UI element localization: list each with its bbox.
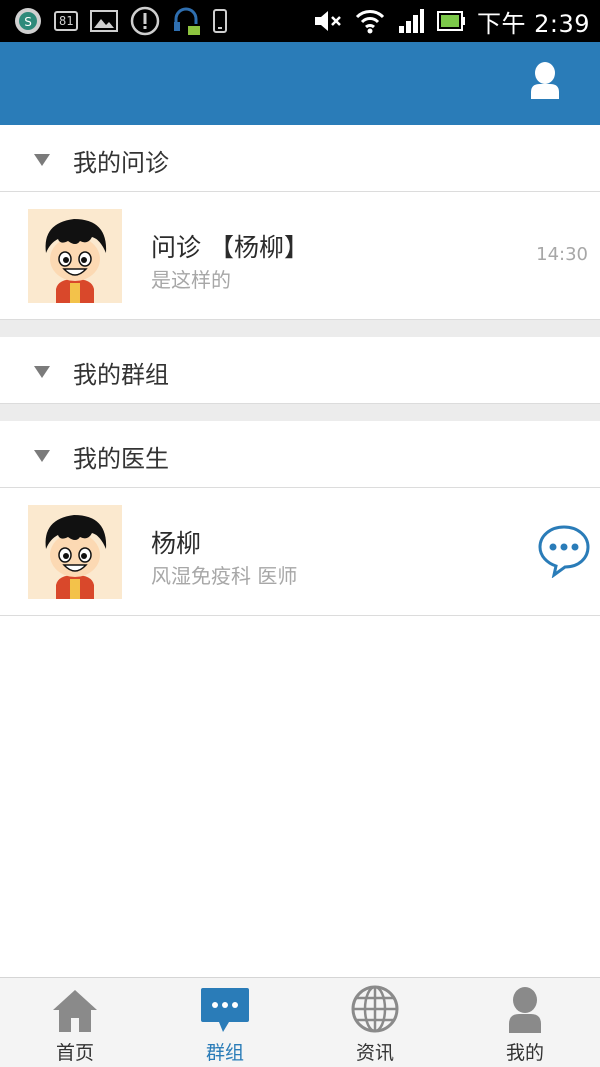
section-header-consult[interactable]: 我的问诊 xyxy=(0,125,600,192)
notification-badge: 81 xyxy=(54,11,79,31)
section-title: 我的群组 xyxy=(73,361,169,389)
status-time: 下午 2:39 xyxy=(476,9,590,38)
status-bar: S 81 下午 2:39 xyxy=(0,0,600,42)
nav-label: 群组 xyxy=(205,1042,244,1064)
nav-label: 我的 xyxy=(505,1042,544,1064)
nav-mine[interactable]: 我的 xyxy=(450,978,600,1067)
avatar xyxy=(28,505,122,599)
battery-icon xyxy=(436,10,465,32)
nav-label: 资讯 xyxy=(355,1042,394,1064)
status-bar-right: 下午 2:39 xyxy=(313,6,590,38)
collapse-triangle-icon xyxy=(34,450,50,462)
nav-groups[interactable]: 群组 xyxy=(150,978,300,1067)
chat-bubble-icon xyxy=(538,525,590,579)
section-header-doctors[interactable]: 我的医生 xyxy=(0,421,600,488)
collapse-triangle-icon xyxy=(34,366,50,378)
nav-label: 首页 xyxy=(55,1042,94,1064)
section-title: 我的问诊 xyxy=(73,149,169,177)
wifi-icon xyxy=(355,8,385,34)
app-header xyxy=(0,42,600,125)
mute-icon xyxy=(313,9,343,33)
section-header-groups[interactable]: 我的群组 xyxy=(0,337,600,404)
bottom-nav: 首页 群组 资讯 我的 xyxy=(0,977,600,1067)
image-icon xyxy=(90,9,119,33)
section-title: 我的医生 xyxy=(73,445,169,473)
signal-icon xyxy=(397,8,425,34)
avatar xyxy=(28,209,122,303)
doctor-name: 杨柳 xyxy=(151,529,202,558)
consult-title: 问诊 【杨柳】 xyxy=(151,233,309,262)
consult-subtitle: 是这样的 xyxy=(151,268,231,292)
user-icon xyxy=(531,62,559,99)
nav-news[interactable]: 资讯 xyxy=(300,978,450,1067)
chat-icon xyxy=(198,984,252,1034)
doctor-list-item[interactable]: 杨柳 风湿免疫科 医师 xyxy=(0,488,600,616)
shield-icon: S xyxy=(14,7,42,35)
main-content: 我的问诊 问诊 【杨柳】 是这样的 14:30 我的群组 我的医生 杨柳 风湿免… xyxy=(0,125,600,616)
chat-button[interactable] xyxy=(536,522,592,579)
status-bar-left: S 81 xyxy=(14,6,228,36)
consult-list-item[interactable]: 问诊 【杨柳】 是这样的 14:30 xyxy=(0,192,600,320)
phone-icon xyxy=(212,9,228,33)
svg-text:S: S xyxy=(24,15,32,29)
home-icon xyxy=(48,984,102,1034)
collapse-triangle-icon xyxy=(34,154,50,166)
profile-button[interactable] xyxy=(530,62,560,100)
headset-icon xyxy=(172,6,201,36)
globe-icon xyxy=(348,984,402,1034)
section-divider xyxy=(0,404,600,421)
user-icon xyxy=(498,984,552,1034)
consult-time: 14:30 xyxy=(536,244,588,265)
section-divider xyxy=(0,320,600,337)
doctor-department: 风湿免疫科 医师 xyxy=(151,564,298,588)
nav-home[interactable]: 首页 xyxy=(0,978,150,1067)
alert-icon xyxy=(130,6,160,36)
